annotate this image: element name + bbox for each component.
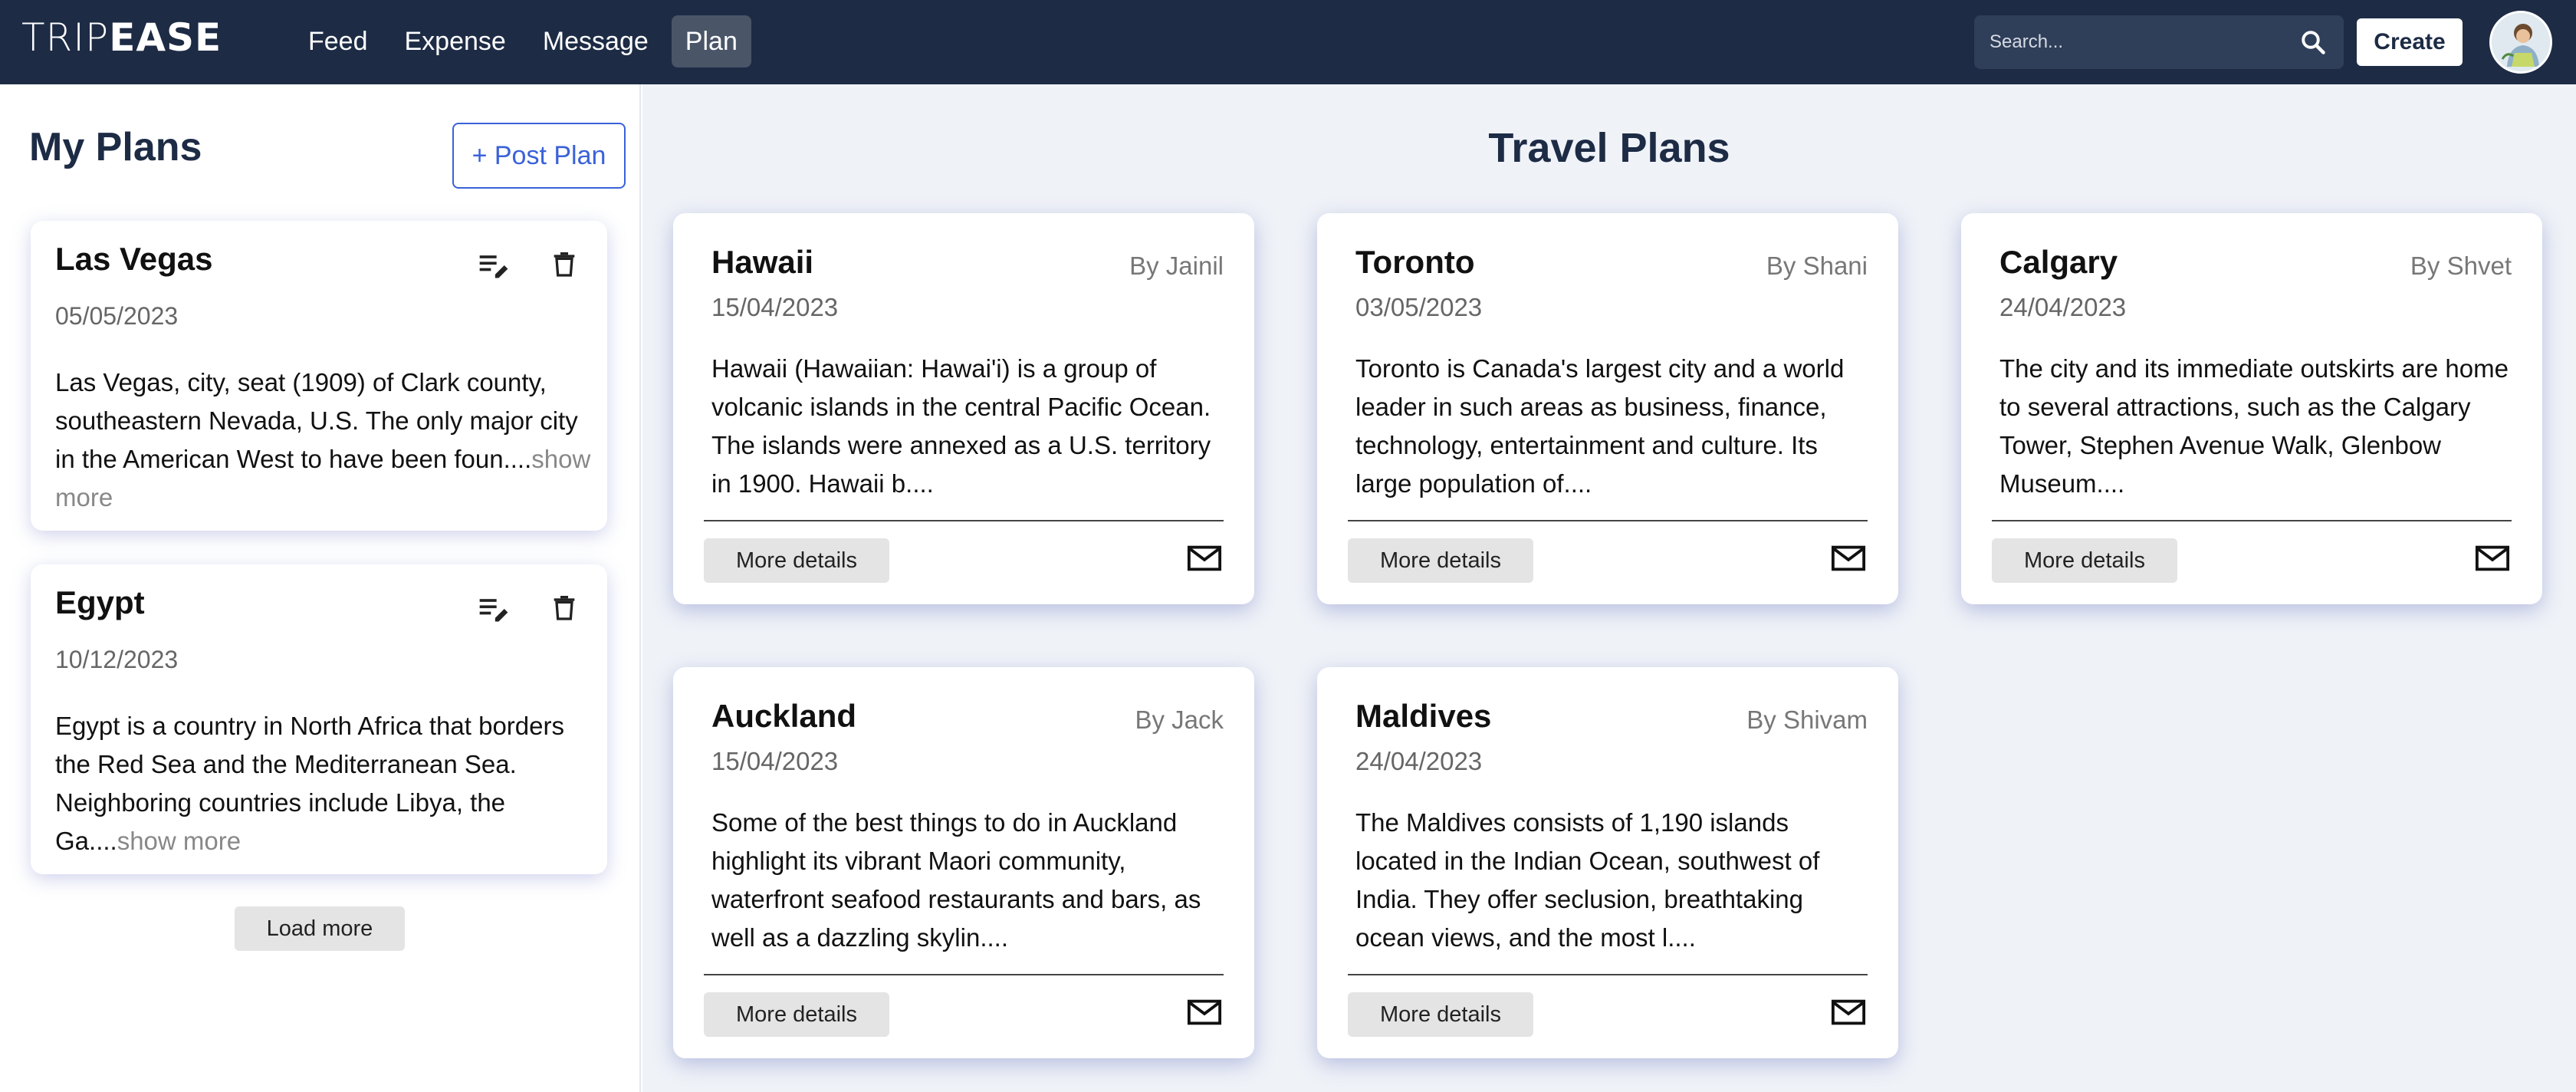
- travel-plans-title: Travel Plans: [1488, 125, 1730, 171]
- travel-plans-panel: Travel Plans Hawaii By Jainil 15/04/2023…: [642, 84, 2576, 1092]
- plan-title: Egypt: [55, 584, 145, 620]
- plan-date: 05/05/2023: [55, 302, 179, 330]
- more-details-button[interactable]: More details: [1992, 538, 2177, 583]
- nav-link-plan[interactable]: Plan: [671, 15, 751, 67]
- mail-icon[interactable]: [1187, 998, 1222, 1026]
- plan-title: Auckland: [711, 698, 857, 734]
- plan-title: Calgary: [1999, 244, 2118, 280]
- plan-author: By Jainil: [1129, 252, 1224, 280]
- travel-plan-card: Hawaii By Jainil 15/04/2023 Hawaii (Hawa…: [673, 213, 1254, 604]
- nav-link-feed[interactable]: Feed: [294, 15, 382, 67]
- mail-icon[interactable]: [1831, 998, 1866, 1026]
- travel-plan-card: Maldives By Shivam 24/04/2023 The Maldiv…: [1317, 667, 1898, 1058]
- my-plan-card: Las Vegas 05/05/2023 Las Vegas, city, se…: [31, 221, 607, 531]
- more-details-button[interactable]: More details: [1348, 538, 1533, 583]
- plan-description: The Maldives consists of 1,190 islands l…: [1355, 808, 1820, 952]
- app-logo[interactable]: TRIPEASE: [21, 15, 222, 60]
- nav-links: Feed Expense Message Plan: [294, 15, 751, 67]
- card-divider: [1348, 974, 1868, 975]
- card-divider: [704, 520, 1224, 521]
- travel-plan-card: Toronto By Shani 03/05/2023 Toronto is C…: [1317, 213, 1898, 604]
- plan-date: 24/04/2023: [1999, 293, 2127, 321]
- mail-icon[interactable]: [1831, 544, 1866, 572]
- plan-description: Egypt is a country in North Africa that …: [55, 707, 592, 860]
- more-details-button[interactable]: More details: [704, 992, 889, 1037]
- avatar[interactable]: [2489, 11, 2552, 74]
- logo-text-bold: EASE: [109, 15, 222, 60]
- plan-description: Hawaii (Hawaiian: Hawai'i) is a group of…: [711, 354, 1211, 498]
- my-plan-card: Egypt 10/12/2023 Egypt is a country in N…: [31, 564, 607, 874]
- plan-date: 03/05/2023: [1355, 293, 1483, 321]
- card-divider: [704, 974, 1224, 975]
- show-more-link[interactable]: show more: [117, 827, 241, 855]
- travel-plan-card: Auckland By Jack 15/04/2023 Some of the …: [673, 667, 1254, 1058]
- plan-date: 15/04/2023: [711, 293, 839, 321]
- mail-icon[interactable]: [2475, 544, 2510, 572]
- plan-author: By Shivam: [1746, 706, 1868, 734]
- more-details-button[interactable]: More details: [704, 538, 889, 583]
- plan-title: Hawaii: [711, 244, 814, 280]
- plan-author: By Shvet: [2410, 252, 2512, 280]
- plan-description: Some of the best things to do in Aucklan…: [711, 808, 1201, 952]
- card-divider: [1992, 520, 2512, 521]
- search-box: [1974, 15, 2344, 69]
- search-icon[interactable]: [2299, 28, 2327, 56]
- edit-icon[interactable]: [477, 248, 511, 282]
- card-divider: [1348, 520, 1868, 521]
- avatar-image: [2492, 13, 2550, 71]
- post-plan-button[interactable]: + Post Plan: [452, 123, 626, 189]
- my-plans-title: My Plans: [29, 125, 202, 169]
- plan-description: The city and its immediate outskirts are…: [1999, 354, 2509, 498]
- more-details-button[interactable]: More details: [1348, 992, 1533, 1037]
- mail-icon[interactable]: [1187, 544, 1222, 572]
- plan-title: Maldives: [1355, 698, 1492, 734]
- plan-date: 24/04/2023: [1355, 747, 1483, 775]
- plan-description: Toronto is Canada's largest city and a w…: [1355, 354, 1845, 498]
- delete-icon[interactable]: [549, 247, 580, 281]
- plan-title: Toronto: [1355, 244, 1475, 280]
- plan-author: By Shani: [1766, 252, 1868, 280]
- plan-author: By Jack: [1135, 706, 1224, 734]
- nav-link-expense[interactable]: Expense: [391, 15, 520, 67]
- travel-plan-card: Calgary By Shvet 24/04/2023 The city and…: [1961, 213, 2542, 604]
- top-navbar: TRIPEASE Feed Expense Message Plan Creat…: [0, 0, 2576, 84]
- search-input[interactable]: [1988, 15, 2295, 69]
- logo-text-light: TRIP: [21, 15, 110, 60]
- my-plans-panel: My Plans + Post Plan Las Vegas 05/05/202…: [0, 84, 641, 1092]
- plan-date: 15/04/2023: [711, 747, 839, 775]
- plan-date: 10/12/2023: [55, 646, 179, 673]
- plan-description: Las Vegas, city, seat (1909) of Clark co…: [55, 363, 592, 517]
- plan-description-text: Las Vegas, city, seat (1909) of Clark co…: [55, 368, 578, 473]
- edit-icon[interactable]: [477, 592, 511, 626]
- load-more-button[interactable]: Load more: [235, 906, 405, 951]
- nav-link-message[interactable]: Message: [529, 15, 662, 67]
- create-button[interactable]: Create: [2357, 18, 2463, 66]
- plan-title: Las Vegas: [55, 241, 213, 277]
- delete-icon[interactable]: [549, 590, 580, 624]
